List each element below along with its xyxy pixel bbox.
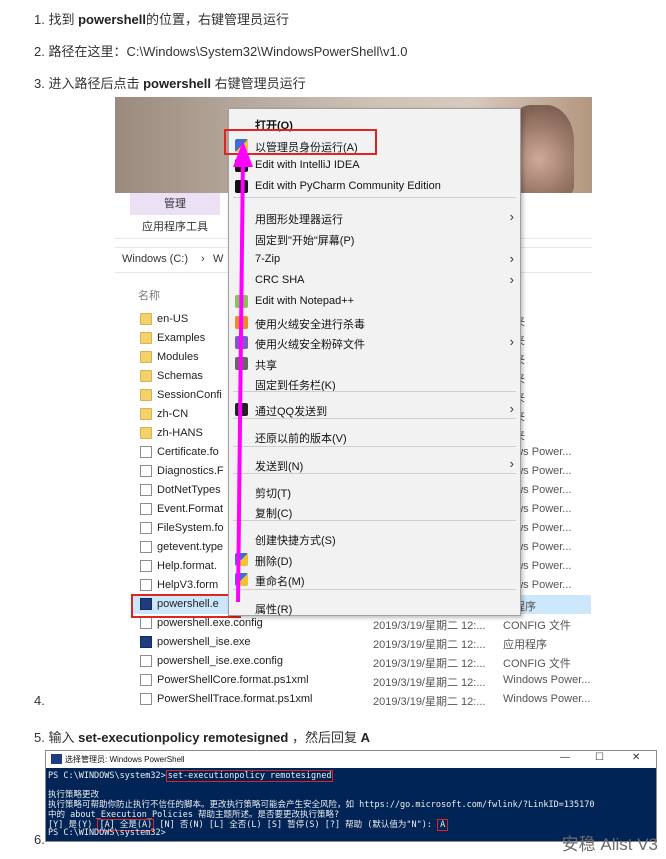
powershell-window: 选择管理员: Windows PowerShell — ☐ ✕ PS C:\WI…: [45, 750, 657, 842]
watermark: 安稳 Alist V3: [561, 835, 658, 854]
step-3: 3. 进入路径后点击 powershell 右键管理员运行: [34, 76, 306, 91]
command-highlight: set-executionpolicy remotesigned: [165, 770, 334, 782]
step-1: 1. 找到 powershell的位置，右键管理员运行: [34, 12, 290, 27]
step-4: 4.: [34, 693, 45, 708]
answer-highlight: A: [437, 819, 449, 831]
step-6: 6.: [34, 832, 45, 847]
minimize-button[interactable]: —: [560, 752, 570, 763]
pointer-arrow: [233, 141, 253, 603]
explorer-screenshot: 管理 应用程序工具 Windows (C:) › W 名称 en-US件夹Exa…: [115, 97, 592, 710]
step-2: 2. 路径在这里：C:\Windows\System32\WindowsPowe…: [34, 44, 408, 59]
maximize-button[interactable]: ☐: [595, 752, 604, 763]
console-line-command: PS C:\WINDOWS\system32> set-executionpoli…: [48, 770, 334, 782]
window-title: 选择管理员: Windows PowerShell: [65, 755, 185, 764]
step-5: 5. 输入 set-executionpolicy remotesigned ，…: [34, 730, 370, 745]
close-button[interactable]: ✕: [632, 752, 640, 763]
console-line-prompt2: PS C:\WINDOWS\system32>: [48, 828, 166, 838]
powershell-icon: [51, 754, 62, 764]
window-titlebar: 选择管理员: Windows PowerShell — ☐ ✕: [46, 751, 656, 768]
